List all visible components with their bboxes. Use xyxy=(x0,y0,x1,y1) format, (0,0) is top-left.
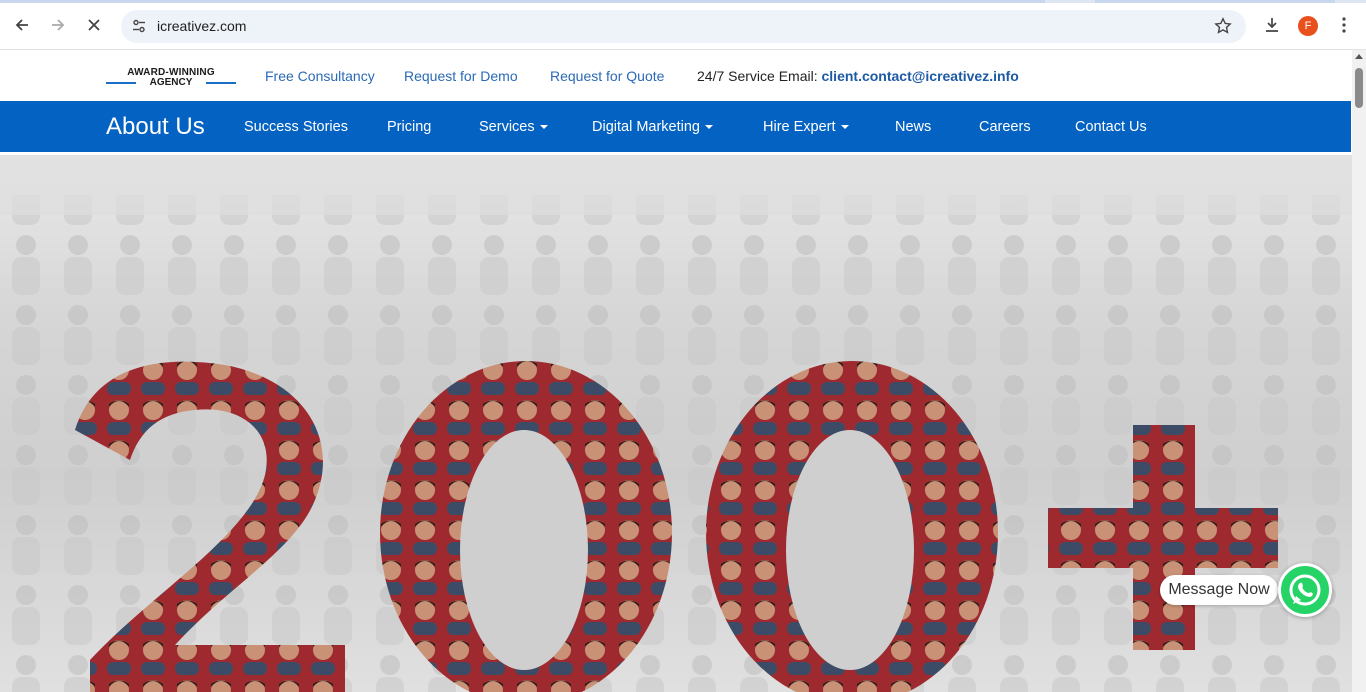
forward-button[interactable] xyxy=(45,12,71,38)
nav-hire-expert-label: Hire Expert xyxy=(763,119,836,135)
active-tab[interactable] xyxy=(0,0,1045,3)
profile-avatar[interactable]: F xyxy=(1298,16,1318,36)
nav-contact-us[interactable]: Contact Us xyxy=(1075,119,1147,135)
message-now-button[interactable]: Message Now xyxy=(1160,575,1278,605)
chevron-down-icon xyxy=(705,125,713,130)
email-label: 24/7 Service Email: xyxy=(697,68,818,84)
stop-loading-button[interactable] xyxy=(81,12,107,38)
download-button[interactable] xyxy=(1259,12,1285,38)
back-button[interactable] xyxy=(9,12,35,38)
chevron-down-icon xyxy=(840,125,849,130)
page-scrollbar[interactable] xyxy=(1352,50,1366,692)
nav-careers[interactable]: Careers xyxy=(979,119,1031,135)
nav-services-label: Services xyxy=(479,119,535,135)
download-icon xyxy=(1266,18,1278,32)
bookmark-star-icon[interactable] xyxy=(1214,17,1232,35)
email-link[interactable]: client.contact@icreativez.info xyxy=(822,68,1019,84)
nav-hire-expert[interactable]: Hire Expert xyxy=(763,119,849,135)
kebab-menu-icon xyxy=(1342,17,1346,33)
browser-menu-button[interactable] xyxy=(1331,12,1357,38)
scrollbar-thumb[interactable] xyxy=(1355,68,1363,108)
whatsapp-button[interactable] xyxy=(1278,563,1332,617)
about-us-brand[interactable]: About Us xyxy=(106,113,205,141)
url-text[interactable]: icreativez.com xyxy=(157,18,246,34)
request-quote-link[interactable]: Request for Quote xyxy=(550,68,664,84)
request-demo-link[interactable]: Request for Demo xyxy=(404,68,518,84)
nav-success-stories[interactable]: Success Stories xyxy=(244,119,348,135)
top-info-bar: AWARD-WINNING AGENCY Free Consultancy Re… xyxy=(0,50,1352,101)
main-navigation: About Us Success Stories Pricing Service… xyxy=(0,101,1351,152)
nav-pricing[interactable]: Pricing xyxy=(387,119,431,135)
service-email: 24/7 Service Email: client.contact@icrea… xyxy=(697,68,1019,84)
nav-digital-marketing[interactable]: Digital Marketing xyxy=(592,119,713,135)
close-icon xyxy=(88,19,100,31)
award-winning-logo[interactable]: AWARD-WINNING AGENCY xyxy=(106,67,236,89)
other-tab[interactable] xyxy=(1095,0,1335,3)
whatsapp-icon xyxy=(1289,574,1321,606)
browser-toolbar: icreativez.com F xyxy=(0,0,1366,50)
site-settings-icon[interactable] xyxy=(131,18,147,34)
nav-services[interactable]: Services xyxy=(479,119,548,135)
hero-team-banner xyxy=(0,155,1352,692)
logo-line2: AGENCY xyxy=(149,77,193,88)
tab-strip xyxy=(0,0,1366,3)
chevron-down-icon xyxy=(539,125,548,130)
address-bar[interactable]: icreativez.com xyxy=(121,10,1246,43)
free-consultancy-link[interactable]: Free Consultancy xyxy=(265,68,375,84)
forward-arrow-icon xyxy=(52,19,65,31)
scroll-up-arrow-icon[interactable] xyxy=(1355,54,1363,59)
team-collage-image xyxy=(0,155,1352,692)
nav-digital-marketing-label: Digital Marketing xyxy=(592,119,700,135)
back-arrow-icon xyxy=(15,19,28,31)
nav-news[interactable]: News xyxy=(895,119,931,135)
